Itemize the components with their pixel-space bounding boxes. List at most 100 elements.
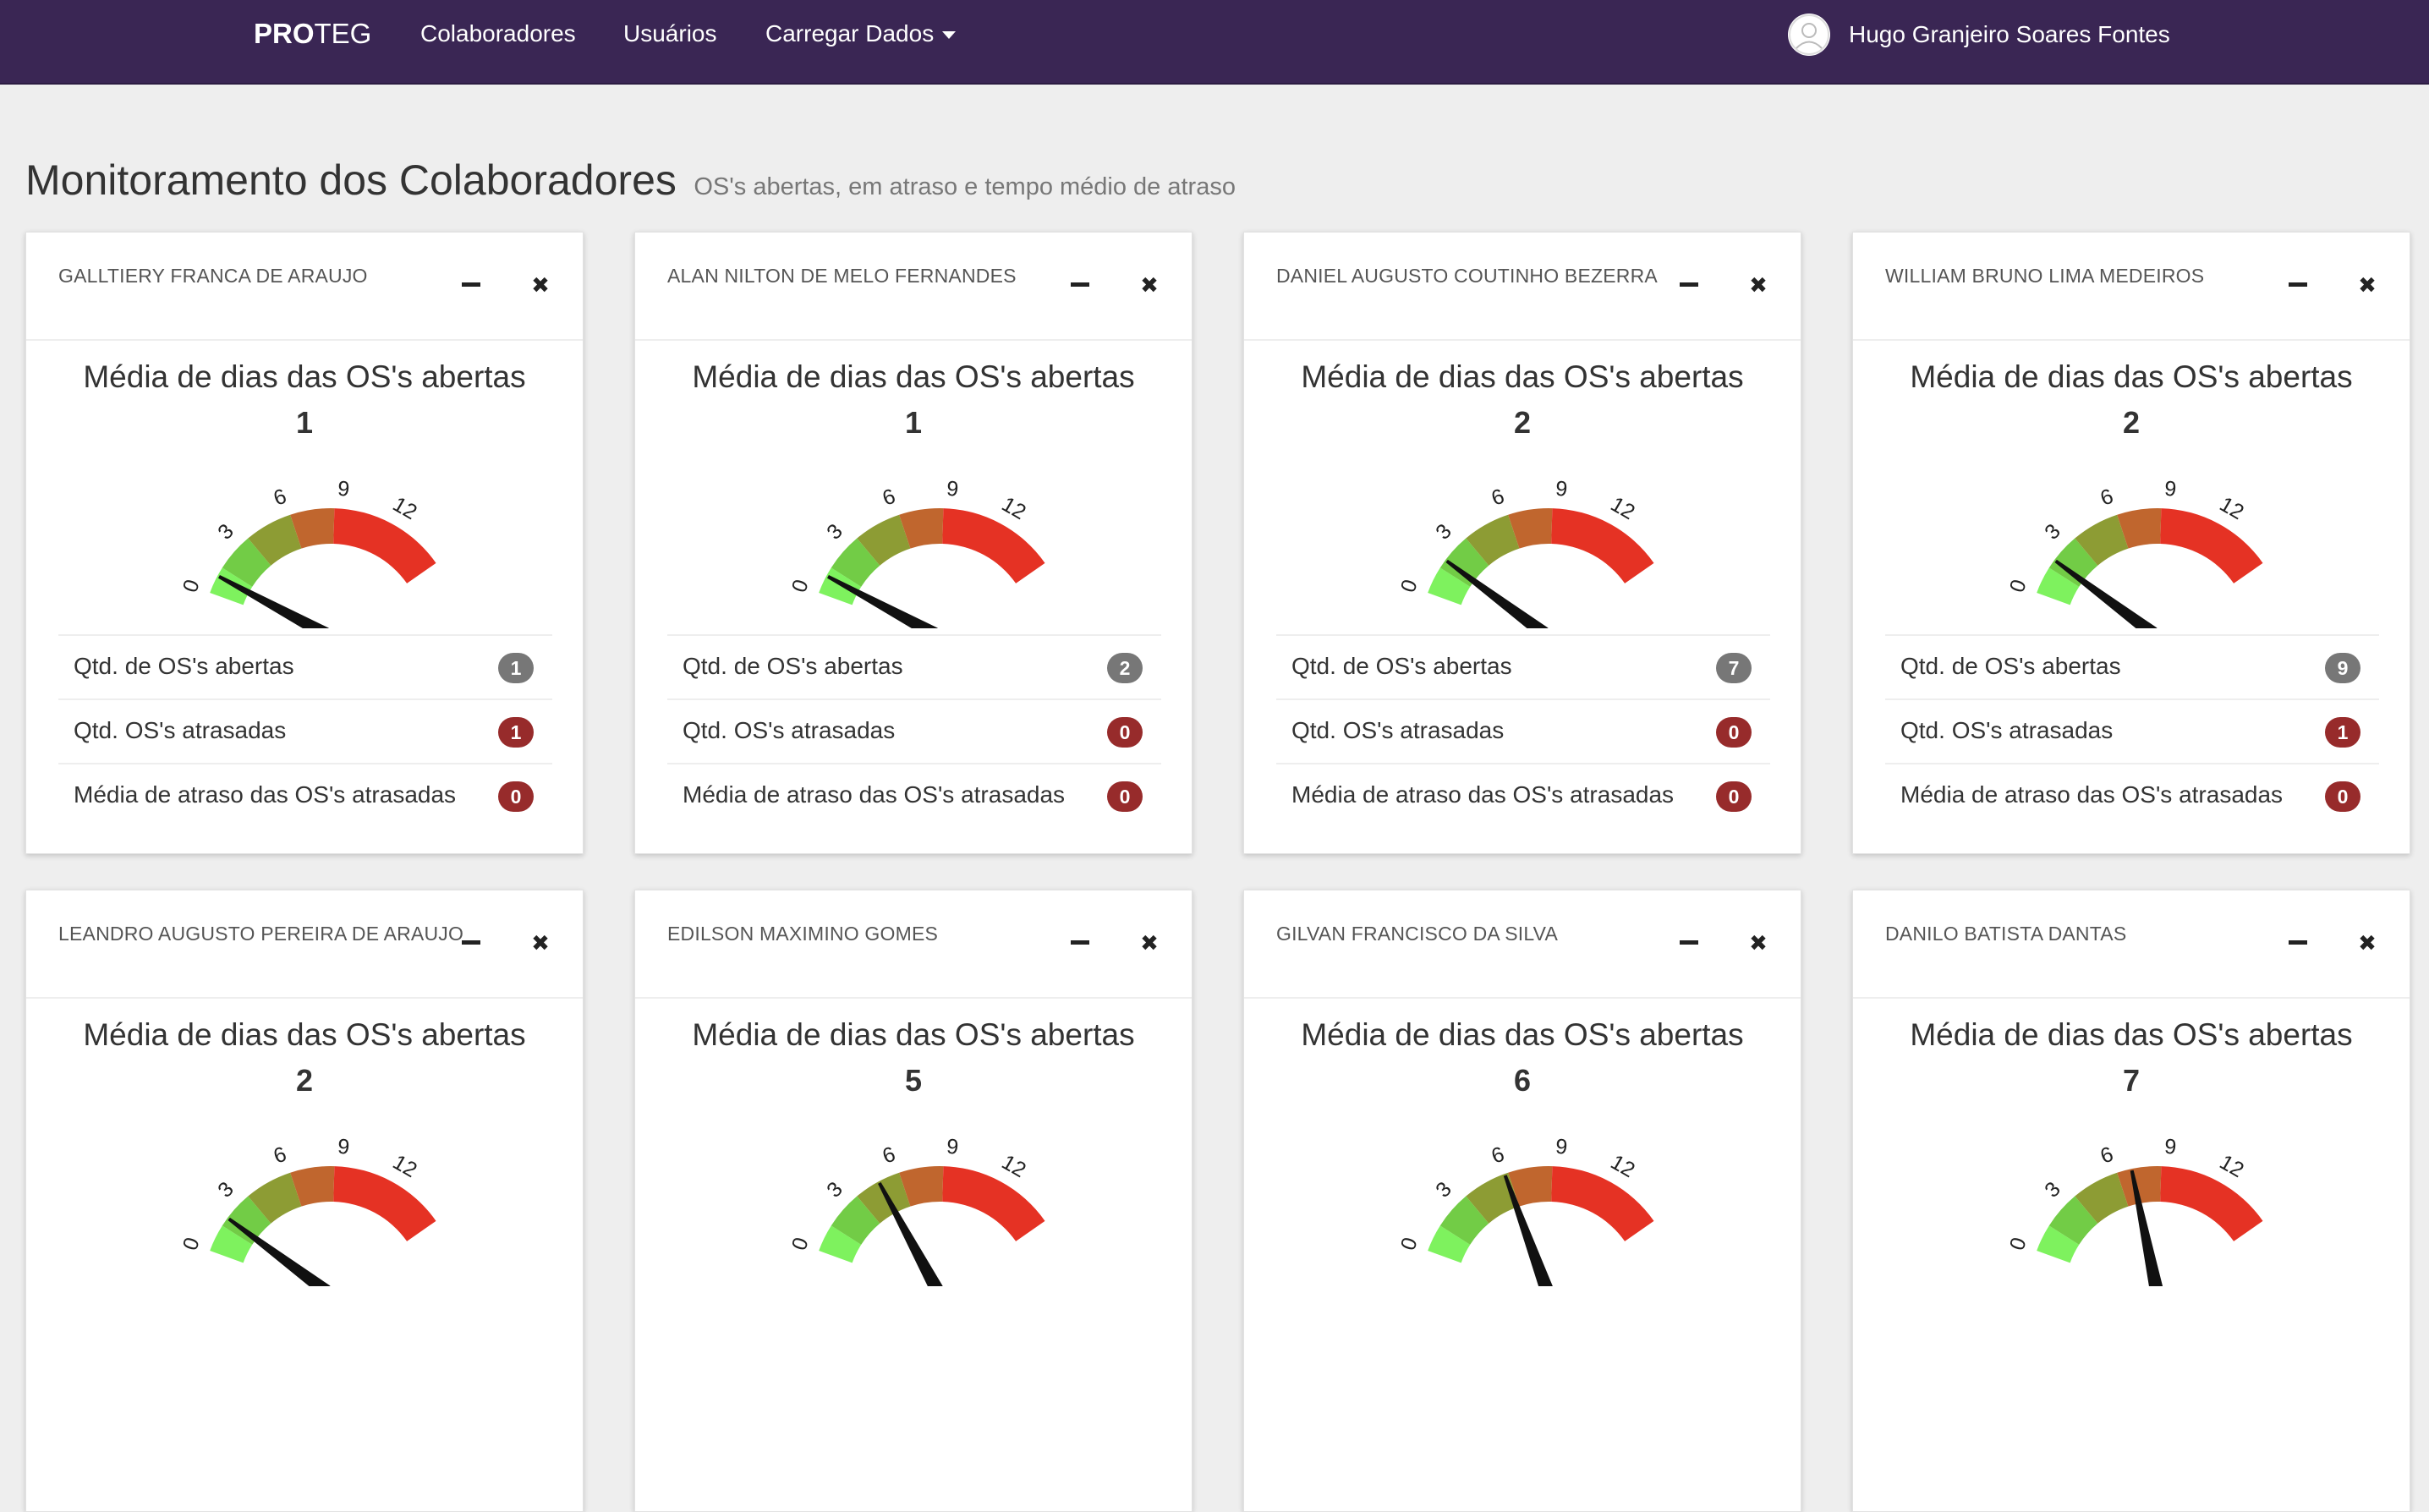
minimize-button[interactable] [454, 926, 488, 960]
close-button[interactable]: ✖ [2350, 268, 2384, 302]
page-title: Monitoramento dos Colaboradores [25, 156, 677, 204]
stat-badge: 0 [1716, 781, 1752, 812]
minimize-button[interactable] [2281, 268, 2315, 302]
nav-link-colaboradores[interactable]: Colaboradores [420, 19, 576, 49]
collaborator-name: LEANDRO AUGUSTO PEREIRA DE ARAUJO [58, 923, 464, 945]
card-header: GILVAN FRANCISCO DA SILVA ✖ [1244, 890, 1801, 999]
gauge-tick-label: 0 [2005, 577, 2031, 596]
minimize-button[interactable] [2281, 926, 2315, 960]
stat-row: Qtd. OS's atrasadas 1 [1885, 698, 2379, 763]
avg-days-value: 7 [2122, 1063, 2141, 1098]
gauge-segment [2160, 508, 2263, 583]
gauge-tick-label: 9 [337, 477, 350, 501]
stat-row: Qtd. de OS's abertas 9 [1885, 634, 2379, 698]
close-button[interactable]: ✖ [524, 268, 557, 302]
stats-list: Qtd. de OS's abertas 9 Qtd. OS's atrasadas… [1885, 634, 2379, 827]
gauge-tick-label: 9 [946, 1135, 959, 1159]
gauge-title: Média de dias das OS's abertas [1910, 1017, 2353, 1052]
days-gauge: 0 3 6 9 12 [178, 477, 436, 628]
nav-dropdown-label: Carregar Dados [765, 20, 935, 47]
collaborator-card: LEANDRO AUGUSTO PEREIRA DE ARAUJO ✖ Média … [25, 890, 584, 1512]
stat-label: Qtd. OS's atrasadas [683, 717, 896, 743]
stat-badge: 1 [498, 653, 534, 683]
caret-down-icon [942, 31, 957, 40]
stat-label: Média de atraso das OS's atrasadas [683, 781, 1066, 808]
close-button[interactable]: ✖ [524, 926, 557, 960]
stat-label: Qtd. OS's atrasadas [74, 717, 287, 743]
gauge-tick-label: 12 [389, 492, 421, 524]
minus-icon [462, 940, 480, 945]
stat-label: Qtd. OS's atrasadas [1291, 717, 1505, 743]
stat-label: Qtd. de OS's abertas [1291, 653, 1512, 679]
days-gauge: 0 3 6 9 12 [1396, 1135, 1654, 1286]
close-icon: ✖ [2358, 272, 2377, 298]
stat-badge: 0 [1107, 717, 1143, 748]
close-button[interactable]: ✖ [1132, 926, 1166, 960]
nav-dropdown-carregar-dados[interactable]: Carregar Dados [765, 19, 957, 49]
gauge-tick-label: 6 [271, 1142, 290, 1169]
collaborator-card: DANIEL AUGUSTO COUTINHO BEZERRA ✖ Média de… [1243, 232, 1801, 854]
avg-days-value: 1 [295, 405, 314, 440]
stat-badge: 7 [1716, 653, 1752, 683]
minimize-button[interactable] [1672, 268, 1706, 302]
brand-logo[interactable]: PROTEG [254, 17, 371, 51]
gauge-title: Média de dias das OS's abertas [692, 1017, 1135, 1052]
stat-badge: 1 [2325, 717, 2360, 748]
close-icon: ✖ [1749, 272, 1768, 298]
gauge-tick-label: 0 [1396, 1235, 1423, 1254]
days-gauge: 0 3 6 9 12 [178, 1135, 436, 1286]
user-menu[interactable]: Hugo Granjeiro Soares Fontes [1788, 14, 2170, 56]
gauge-tick-label: 0 [178, 1235, 205, 1254]
gauge-tick-label: 3 [213, 1177, 239, 1202]
gauge-tick-label: 6 [880, 1142, 899, 1169]
stat-label: Qtd. OS's atrasadas [1900, 717, 2114, 743]
nav-link-usuarios[interactable]: Usuários [623, 19, 716, 49]
collaborator-card: GILVAN FRANCISCO DA SILVA ✖ Média de dias … [1243, 890, 1801, 1512]
gauge-tick-label: 9 [2163, 477, 2177, 501]
minimize-button[interactable] [454, 268, 488, 302]
collaborator-card: GALLTIERY FRANCA DE ARAUJO ✖ Média de dias… [25, 232, 584, 854]
gauge-title: Média de dias das OS's abertas [1301, 359, 1744, 394]
gauge-segment [1551, 1166, 1654, 1241]
close-button[interactable]: ✖ [1132, 268, 1166, 302]
gauge-tick-label: 12 [2216, 1150, 2248, 1182]
gauge-tick-label: 0 [2005, 1235, 2031, 1254]
stats-list: Qtd. de OS's abertas 2 Qtd. OS's atrasadas… [667, 634, 1161, 827]
gauge-tick-label: 9 [2163, 1135, 2177, 1159]
stat-badge: 1 [498, 717, 534, 748]
stat-row: Qtd. OS's atrasadas 1 [58, 698, 552, 763]
gauge-segment [942, 508, 1045, 583]
top-navbar: PROTEG Colaboradores Usuários Carregar D… [0, 0, 2429, 85]
minus-icon [462, 282, 480, 287]
days-gauge: 0 3 6 9 12 [2005, 477, 2263, 628]
close-button[interactable]: ✖ [2350, 926, 2384, 960]
avg-days-value: 2 [295, 1063, 314, 1098]
page-subtitle: OS's abertas, em atraso e tempo médio de… [694, 173, 1236, 200]
gauge-title: Média de dias das OS's abertas [692, 359, 1135, 394]
avg-days-value: 2 [2122, 405, 2141, 440]
stat-label: Média de atraso das OS's atrasadas [1291, 781, 1675, 808]
collaborator-card: ALAN NILTON DE MELO FERNANDES ✖ Média de d… [634, 232, 1193, 854]
minus-icon [2289, 940, 2307, 945]
gauge-tick-label: 12 [998, 1150, 1030, 1182]
minimize-button[interactable] [1063, 268, 1097, 302]
minimize-button[interactable] [1063, 926, 1097, 960]
collaborator-name: EDILSON MAXIMINO GOMES [667, 923, 939, 945]
gauge-tick-label: 0 [1396, 577, 1423, 596]
stat-badge: 0 [1107, 781, 1143, 812]
close-icon: ✖ [531, 272, 550, 298]
days-gauge: 0 3 6 9 12 [1396, 477, 1654, 628]
card-header: DANILO BATISTA DANTAS ✖ [1853, 890, 2410, 999]
stat-label: Qtd. de OS's abertas [683, 653, 903, 679]
days-gauge: 0 3 6 9 12 [2005, 1135, 2263, 1286]
close-button[interactable]: ✖ [1741, 926, 1775, 960]
gauge-segment [2160, 1166, 2263, 1241]
minimize-button[interactable] [1672, 926, 1706, 960]
gauge-tick-label: 6 [271, 485, 290, 511]
close-button[interactable]: ✖ [1741, 268, 1775, 302]
collaborator-name: DANIEL AUGUSTO COUTINHO BEZERRA [1276, 265, 1658, 287]
gauge-tick-label: 9 [946, 477, 959, 501]
minus-icon [1680, 282, 1698, 287]
minus-icon [1680, 940, 1698, 945]
stat-row: Qtd. OS's atrasadas 0 [667, 698, 1161, 763]
